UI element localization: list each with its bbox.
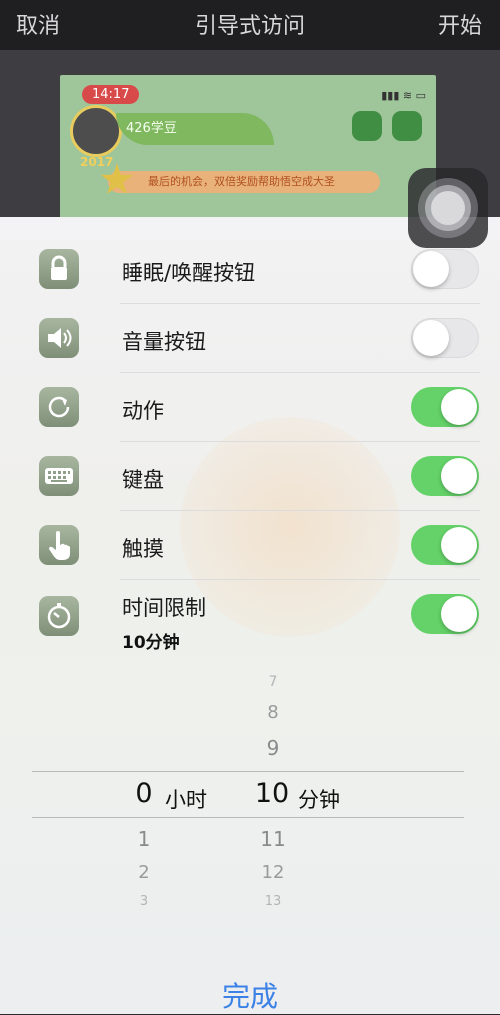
rotate-icon bbox=[39, 387, 79, 427]
preview-time: 14:17 bbox=[82, 85, 140, 104]
minute-unit: 分钟 bbox=[298, 788, 340, 812]
toggle-knob bbox=[413, 320, 449, 356]
speaker-icon bbox=[39, 318, 79, 358]
option-label: 睡眠/唤醒按钮 bbox=[122, 261, 256, 285]
toggle-knob bbox=[441, 458, 477, 494]
keyboard-toggle[interactable] bbox=[411, 456, 479, 496]
minute-selected[interactable]: 10 bbox=[252, 778, 292, 809]
toggle-knob bbox=[441, 389, 477, 425]
option-label: 音量按钮 bbox=[122, 330, 206, 354]
keyboard-icon bbox=[39, 456, 79, 496]
gift-icon bbox=[352, 111, 382, 141]
touch-hand-icon bbox=[39, 525, 79, 565]
hour-selected[interactable]: 0 bbox=[124, 778, 164, 809]
minute-option[interactable]: 13 bbox=[253, 894, 293, 909]
app-screenshot-preview: 14:17 ▮▮▮ ≋ ▭ 426学豆 2017 最后的机会，双倍奖励帮助悟空成… bbox=[60, 75, 436, 225]
lock-icon bbox=[39, 249, 79, 289]
bell-icon bbox=[392, 111, 422, 141]
avatar bbox=[70, 105, 122, 157]
points-label: 426学豆 bbox=[116, 113, 274, 145]
option-row-motion: 动作 bbox=[0, 373, 500, 442]
minute-option[interactable]: 8 bbox=[253, 702, 293, 723]
option-label: 时间限制 bbox=[122, 596, 206, 620]
minute-option[interactable]: 11 bbox=[253, 827, 293, 851]
toggle-knob bbox=[413, 251, 449, 287]
hour-unit: 小时 bbox=[165, 788, 207, 812]
hour-option[interactable]: 2 bbox=[124, 862, 164, 883]
picker-selection-top bbox=[32, 771, 464, 772]
year-badge: 2017 bbox=[80, 155, 114, 169]
promo-banner: 最后的机会，双倍奖励帮助悟空成大圣 bbox=[108, 171, 380, 193]
time-limit-value: 10分钟 bbox=[122, 633, 180, 653]
option-row-time-limit: 时间限制 10分钟 bbox=[0, 580, 500, 670]
hour-option[interactable]: 1 bbox=[124, 827, 164, 851]
option-row-keyboard: 键盘 bbox=[0, 442, 500, 511]
touch-toggle[interactable] bbox=[411, 525, 479, 565]
timer-icon bbox=[39, 596, 79, 636]
start-button[interactable]: 开始 bbox=[438, 8, 482, 40]
toggle-knob bbox=[441, 527, 477, 563]
minute-option[interactable]: 12 bbox=[253, 862, 293, 883]
option-label: 动作 bbox=[122, 399, 164, 423]
hour-option[interactable]: 3 bbox=[124, 894, 164, 909]
assistive-touch-ring-inner bbox=[431, 191, 465, 225]
option-label: 键盘 bbox=[122, 468, 164, 492]
options-sheet: 睡眠/唤醒按钮 音量按钮 动作 键盘 触摸 时间限制 10分钟 7 8 9 0 … bbox=[0, 217, 500, 1014]
top-navigation-bar: 取消 引导式访问 开始 bbox=[0, 0, 500, 50]
done-button[interactable]: 完成 bbox=[0, 975, 500, 1015]
time-limit-toggle[interactable] bbox=[411, 594, 479, 634]
minute-option[interactable]: 9 bbox=[253, 736, 293, 760]
toggle-knob bbox=[441, 596, 477, 632]
assistive-touch-button[interactable] bbox=[408, 168, 488, 248]
option-row-touch: 触摸 bbox=[0, 511, 500, 580]
time-picker[interactable]: 7 8 9 0 小时 10 分钟 1 11 2 12 3 13 bbox=[0, 672, 500, 917]
minute-option[interactable]: 7 bbox=[253, 674, 293, 690]
page-title: 引导式访问 bbox=[194, 14, 305, 39]
option-label: 触摸 bbox=[122, 537, 164, 561]
preview-status-icons: ▮▮▮ ≋ ▭ bbox=[381, 89, 426, 102]
motion-toggle[interactable] bbox=[411, 387, 479, 427]
option-row-volume: 音量按钮 bbox=[0, 304, 500, 373]
picker-selection-bottom bbox=[32, 817, 464, 818]
sleep-wake-toggle[interactable] bbox=[411, 249, 479, 289]
volume-toggle[interactable] bbox=[411, 318, 479, 358]
